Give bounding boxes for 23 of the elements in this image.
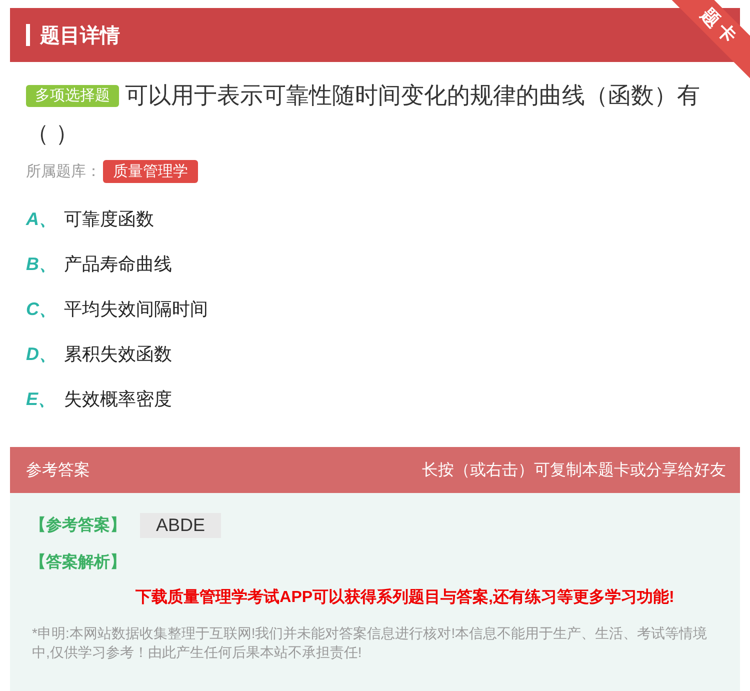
disclaimer-text: *申明:本网站数据收集整理于互联网!我们并未能对答案信息进行核对!本信息不能用于生产、生活、考试等情境中,仅供学习参考！由此产生任何后果本站不承担责任!: [31, 624, 708, 662]
option-letter: E、: [26, 388, 58, 411]
option-text: 可靠度函数: [64, 208, 154, 231]
analysis-label: 【答案解析】: [30, 552, 127, 573]
option-text: 产品寿命曲线: [64, 253, 172, 276]
option-letter: C、: [26, 298, 58, 321]
answer-title: 参考答案: [26, 460, 90, 480]
answer-value: ABDE: [140, 513, 222, 538]
option-letter: B、: [26, 253, 58, 276]
page-title: 题目详情: [40, 24, 120, 48]
title-marker: [26, 24, 30, 46]
option-letter: D、: [26, 343, 58, 366]
option-text: 平均失效间隔时间: [64, 298, 208, 321]
bank-label: 所属题库：: [26, 162, 101, 181]
option-letter: A、: [26, 208, 58, 231]
question-type-tag: 多项选择题: [26, 85, 119, 107]
option-text: 失效概率密度: [64, 388, 172, 411]
answer-label: 【参考答案】: [30, 515, 126, 536]
promo-text: 下载质量管理学考试APP可以获得系列题目与答案,还有练习等更多学习功能!: [134, 587, 676, 608]
bank-tag[interactable]: 质量管理学: [103, 160, 198, 183]
share-hint: 长按（或右击）可复制本题卡或分享给好友: [422, 460, 726, 480]
question-text: 多项选择题 可以用于表示可靠性随时间变化的规律的曲线（函数）有（ ）: [26, 81, 700, 148]
option-text: 累积失效函数: [64, 343, 172, 366]
